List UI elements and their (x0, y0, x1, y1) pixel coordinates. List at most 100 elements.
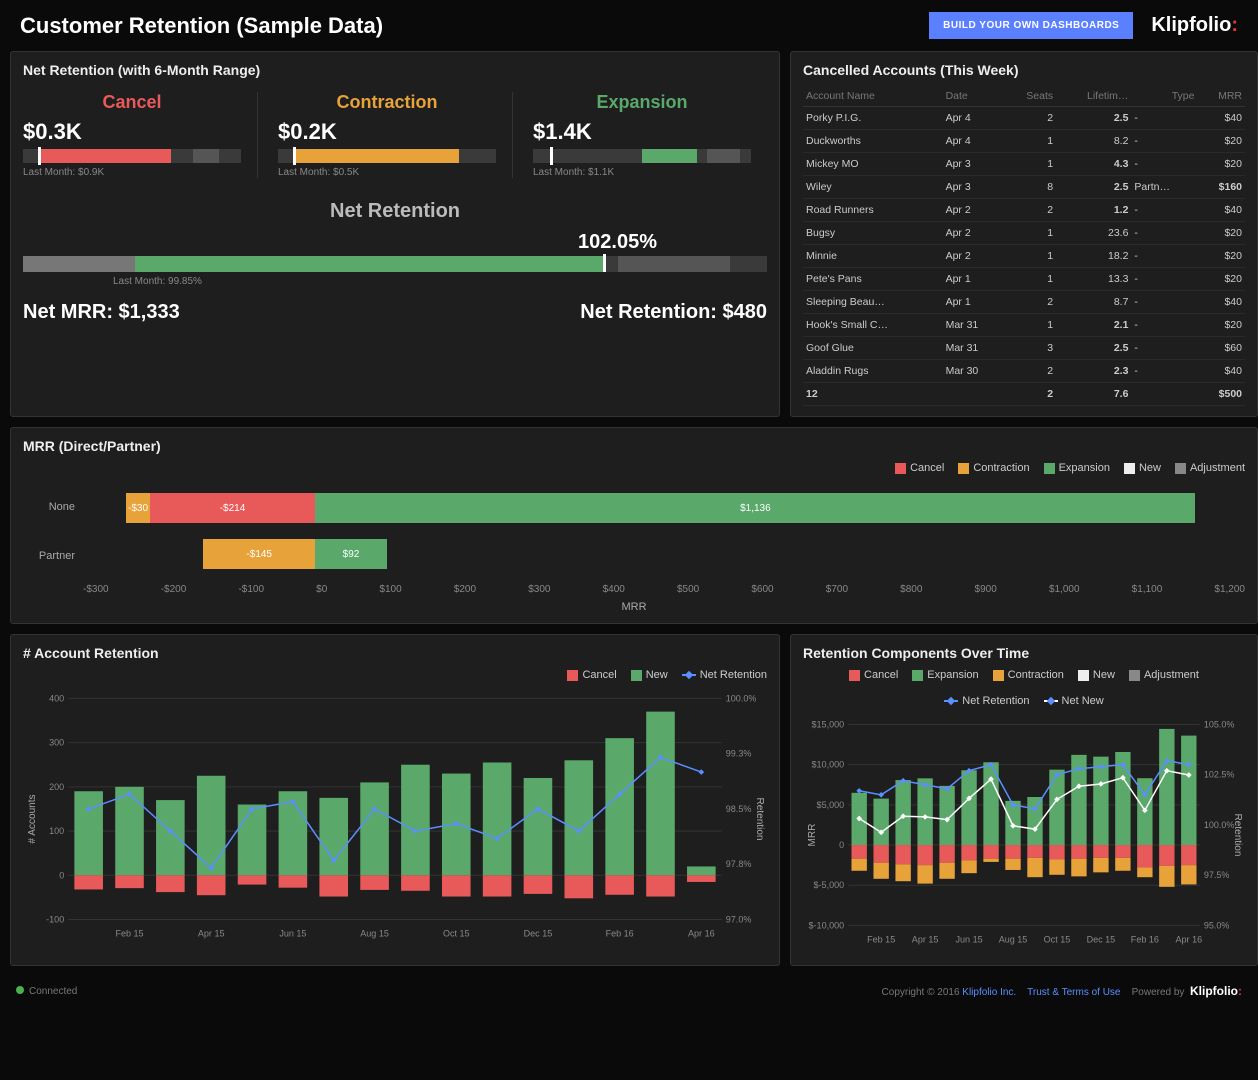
svg-text:Retention: Retention (754, 797, 765, 840)
svg-text:100.0%: 100.0% (1204, 820, 1235, 830)
cancel-label: Cancel (23, 92, 241, 113)
mrr-direct-partner-panel: MRR (Direct/Partner) Cancel Contraction … (10, 427, 1258, 624)
expansion-label: Expansion (533, 92, 751, 113)
table-row[interactable]: Porky P.I.G.Apr 422.5-$40 (803, 107, 1245, 130)
rc-legend: Cancel Expansion Contraction New Adjustm… (803, 669, 1245, 707)
net-retention-text: Net Retention: $480 (580, 301, 767, 324)
svg-text:Apr 15: Apr 15 (912, 934, 939, 944)
expansion-metric: Expansion $1.4K Last Month: $1.1K (533, 92, 767, 178)
table-row[interactable]: Road RunnersApr 221.2-$40 (803, 199, 1245, 222)
mrr-segment: $92 (315, 539, 386, 569)
account-retention-chart: -100010020030040097.0%97.8%98.5%99.3%100… (23, 689, 767, 949)
expansion-range-bar (533, 149, 751, 163)
table-row[interactable]: Aladdin RugsMar 3022.3-$40 (803, 360, 1245, 383)
svg-text:MRR: MRR (807, 824, 818, 847)
mrr-segment: $1,136 (315, 493, 1195, 523)
svg-text:Retention: Retention (1232, 814, 1243, 857)
svg-text:100: 100 (49, 826, 64, 836)
cancelled-accounts-panel: Cancelled Accounts (This Week) Account N… (790, 51, 1258, 417)
svg-text:Dec 15: Dec 15 (524, 929, 553, 939)
contraction-value: $0.2K (278, 119, 496, 145)
table-header[interactable]: Lifetim… (1056, 86, 1131, 107)
contraction-last-month: Last Month: $0.5K (278, 167, 496, 178)
build-dashboard-button[interactable]: BUILD YOUR OWN DASHBOARDS (929, 12, 1133, 39)
svg-text:400: 400 (49, 693, 64, 703)
page-title: Customer Retention (Sample Data) (20, 13, 383, 39)
svg-text:100.0%: 100.0% (726, 693, 757, 703)
table-header[interactable]: MRR (1197, 86, 1245, 107)
table-header[interactable]: Account Name (803, 86, 943, 107)
status-dot-icon (16, 986, 24, 994)
svg-text:97.5%: 97.5% (1204, 870, 1230, 880)
svg-text:Apr 16: Apr 16 (1176, 934, 1203, 944)
mrr-segment: -$30 (126, 493, 149, 523)
svg-text:Jun 15: Jun 15 (956, 934, 983, 944)
footer-right: Copyright © 2016 Klipfolio Inc. Trust & … (882, 984, 1242, 998)
mrr-segment: -$214 (150, 493, 316, 523)
svg-text:$-10,000: $-10,000 (809, 920, 845, 930)
account-retention-panel: # Account Retention Cancel New Net Reten… (10, 634, 780, 966)
net-retention-panel: Net Retention (with 6-Month Range) Cance… (10, 51, 780, 417)
table-row[interactable]: Pete's PansApr 1113.3-$20 (803, 268, 1245, 291)
panel-title: Cancelled Accounts (This Week) (803, 62, 1245, 78)
table-row[interactable]: WileyApr 382.5Partn…$160 (803, 176, 1245, 199)
company-link[interactable]: Klipfolio Inc. (962, 987, 1016, 998)
cancelled-table: Account NameDateSeatsLifetim…TypeMRR Por… (803, 86, 1245, 406)
svg-text:Feb 16: Feb 16 (606, 929, 634, 939)
svg-text:Feb 16: Feb 16 (1131, 934, 1159, 944)
mrr-segment: -$145 (203, 539, 315, 569)
cancel-range-bar (23, 149, 241, 163)
svg-text:$10,000: $10,000 (812, 760, 845, 770)
mrr-legend: Cancel Contraction Expansion New Adjustm… (23, 462, 1245, 474)
retention-components-chart: $-10,000$-5,0000$5,000$10,000$15,00095.0… (803, 715, 1245, 955)
cancel-metric: Cancel $0.3K Last Month: $0.9K (23, 92, 258, 178)
svg-text:$5,000: $5,000 (817, 800, 845, 810)
mrr-chart-area: -$214-$30$1,136-$145$92 (83, 482, 1245, 580)
svg-text:-100: -100 (46, 915, 64, 925)
contraction-range-bar (278, 149, 496, 163)
svg-text:Apr 16: Apr 16 (688, 929, 715, 939)
svg-text:200: 200 (49, 782, 64, 792)
table-header[interactable]: Seats (1004, 86, 1056, 107)
svg-text:99.3%: 99.3% (726, 749, 752, 759)
svg-text:$15,000: $15,000 (812, 720, 845, 730)
panel-title: Retention Components Over Time (803, 645, 1245, 661)
ar-legend: Cancel New Net Retention (23, 669, 767, 681)
terms-link[interactable]: Trust & Terms of Use (1027, 987, 1120, 998)
svg-text:98.5%: 98.5% (726, 804, 752, 814)
table-header[interactable]: Date (943, 86, 1004, 107)
table-row[interactable]: Hook's Small C…Mar 3112.1-$20 (803, 314, 1245, 337)
net-last-month: Last Month: 99.85% (23, 276, 767, 287)
contraction-metric: Contraction $0.2K Last Month: $0.5K (278, 92, 513, 178)
mrr-xlabel: MRR (23, 601, 1245, 613)
table-row[interactable]: Mickey MOApr 314.3-$20 (803, 153, 1245, 176)
footer-brand-logo: Klipfolio: (1190, 984, 1242, 998)
table-row[interactable]: DuckworthsApr 418.2-$20 (803, 130, 1245, 153)
table-row[interactable]: BugsyApr 2123.6-$20 (803, 222, 1245, 245)
svg-text:Aug 15: Aug 15 (999, 934, 1028, 944)
footer: Connected Copyright © 2016 Klipfolio Inc… (0, 976, 1258, 1006)
table-row[interactable]: MinnieApr 2118.2-$20 (803, 245, 1245, 268)
svg-text:Feb 15: Feb 15 (115, 929, 143, 939)
mrr-bar-row: -$145$92 (83, 534, 1245, 574)
table-row[interactable]: Goof GlueMar 3132.5-$60 (803, 337, 1245, 360)
retention-components-panel: Retention Components Over Time Cancel Ex… (790, 634, 1258, 966)
svg-text:Oct 15: Oct 15 (1044, 934, 1071, 944)
svg-text:102.5%: 102.5% (1204, 770, 1235, 780)
svg-text:$-5,000: $-5,000 (814, 880, 845, 890)
table-header[interactable]: Type (1131, 86, 1197, 107)
svg-text:Apr 15: Apr 15 (198, 929, 225, 939)
svg-text:0: 0 (839, 840, 844, 850)
svg-text:Jun 15: Jun 15 (279, 929, 306, 939)
connection-status: Connected (16, 986, 77, 997)
mrr-bar-row: -$214-$30 $1,136 (83, 488, 1245, 528)
table-row[interactable]: Sleeping Beau…Apr 128.7-$40 (803, 291, 1245, 314)
net-retention-label: Net Retention (23, 200, 767, 223)
panel-title: MRR (Direct/Partner) (23, 438, 1245, 454)
panel-title: # Account Retention (23, 645, 767, 661)
expansion-last-month: Last Month: $1.1K (533, 167, 751, 178)
svg-text:300: 300 (49, 738, 64, 748)
svg-text:# Accounts: # Accounts (27, 794, 38, 843)
net-retention-bar (23, 256, 767, 272)
svg-text:Oct 15: Oct 15 (443, 929, 470, 939)
